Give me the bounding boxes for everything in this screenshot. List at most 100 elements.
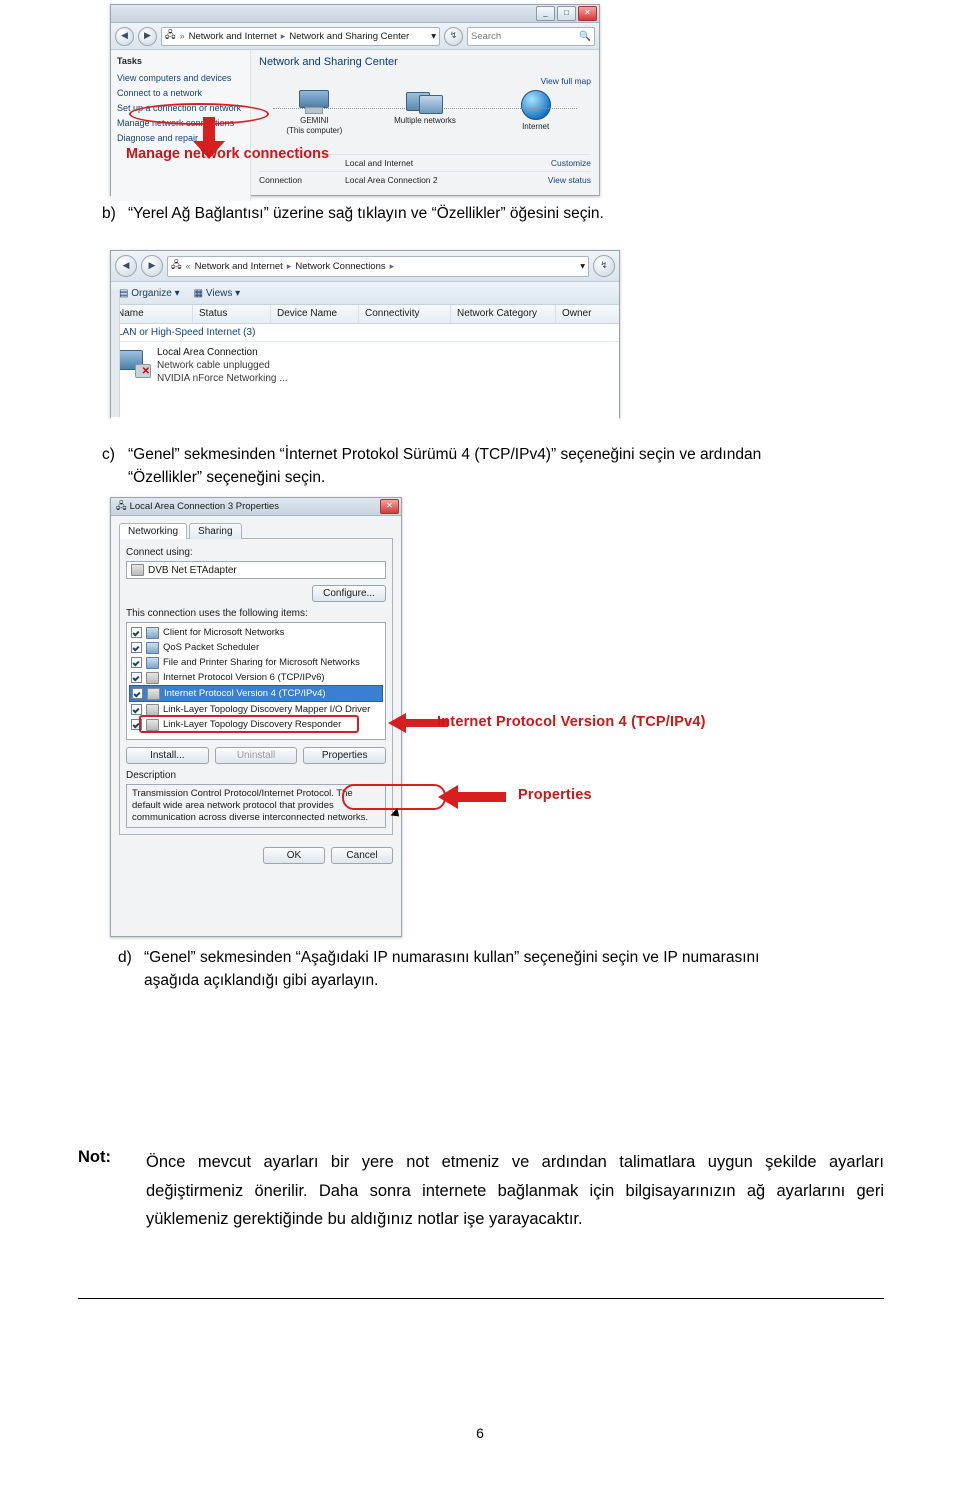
dialog-footer: OK Cancel — [111, 841, 401, 870]
address-input[interactable]: 🖧 « Network and Internet ▸ Network Conne… — [167, 255, 589, 277]
minimize-icon[interactable]: _ — [536, 6, 555, 21]
map-node-computer-label1: GEMINI — [300, 116, 329, 125]
fig2-column-headers: Name Status Device Name Connectivity Net… — [111, 305, 619, 324]
summary-row-1-c1: Connection — [259, 175, 303, 185]
breadcrumb-crumb-1[interactable]: Network and Internet — [195, 261, 283, 272]
task-link-1[interactable]: Connect to a network — [117, 86, 244, 101]
highlight-box-ipv4-row — [139, 715, 359, 733]
uninstall-label: Uninstall — [236, 750, 276, 761]
note-label: Not: — [78, 1148, 111, 1166]
column-header-owner[interactable]: Owner — [556, 305, 619, 323]
configure-button[interactable]: Configure... — [312, 585, 386, 602]
task-link-0[interactable]: View computers and devices — [117, 71, 244, 86]
crumb-chevron-0: » — [179, 31, 185, 41]
crumb-chevron-0: « — [185, 261, 191, 271]
checkbox-icon[interactable] — [131, 704, 142, 715]
view-full-map-link[interactable]: View full map — [541, 76, 591, 86]
figure-lan-properties-dialog: 🖧 Local Area Connection 3 Properties ✕ N… — [110, 497, 446, 937]
crumb-chevron-2: ▸ — [389, 260, 395, 271]
red-arrow-left-properties-icon — [438, 785, 506, 809]
search-input[interactable]: Search 🔍 — [467, 26, 595, 46]
checkbox-icon[interactable] — [131, 627, 142, 638]
chevron-down-icon[interactable]: ▾ — [431, 31, 436, 42]
step-d-line1: “Genel” sekmesinden “Aşağıdaki IP numara… — [144, 949, 760, 966]
component-row-3[interactable]: Internet Protocol Version 6 (TCP/IPv6) — [129, 670, 383, 685]
breadcrumb-crumb-2[interactable]: Network and Sharing Center — [289, 31, 409, 42]
organize-label: Organize — [131, 287, 172, 299]
column-header-name[interactable]: Name — [111, 305, 193, 323]
summary-row-1-c2: Local Area Connection 2 — [345, 175, 438, 185]
refresh-icon[interactable]: ↯ — [444, 26, 463, 46]
adapter-icon — [131, 564, 144, 576]
maximize-icon[interactable]: □ — [557, 6, 576, 21]
properties-button[interactable]: Properties — [303, 747, 387, 764]
view-status-link[interactable]: View status — [548, 175, 591, 185]
fig1-titlebar: _ □ ✕ — [111, 5, 599, 23]
breadcrumb-crumb-1[interactable]: Network and Internet — [189, 31, 277, 42]
callout-ipv4: Internet Protocol Version 4 (TCP/IPv4) — [437, 714, 706, 730]
step-c-label: c) — [102, 446, 115, 463]
dialog-tabs: Networking Sharing — [119, 523, 393, 539]
column-header-network-category[interactable]: Network Category — [451, 305, 556, 323]
uninstall-button: Uninstall — [214, 747, 298, 764]
checkbox-icon[interactable] — [131, 657, 142, 668]
tab-sharing[interactable]: Sharing — [189, 523, 242, 539]
breadcrumb-crumb-2[interactable]: Network Connections — [295, 261, 385, 272]
lan-adapter-icon: ✕ — [117, 348, 151, 378]
cancel-button[interactable]: Cancel — [331, 847, 393, 864]
forward-icon[interactable]: ▶ — [141, 255, 163, 277]
component-label: Internet Protocol Version 4 (TCP/IPv4) — [164, 688, 326, 699]
list-item[interactable]: Local Area Connection Network cable unpl… — [157, 346, 288, 420]
component-label: File and Printer Sharing for Microsoft N… — [163, 657, 360, 668]
component-row-1[interactable]: QoS Packet Scheduler — [129, 640, 383, 655]
component-label: QoS Packet Scheduler — [163, 642, 260, 653]
step-d-line2: aşağıda açıklandığı gibi ayarlayın. — [144, 972, 379, 989]
address-input[interactable]: 🖧 » Network and Internet ▸ Network and S… — [161, 26, 440, 46]
map-node-internet: Internet — [493, 90, 579, 132]
tab-networking[interactable]: Networking — [119, 523, 188, 539]
back-icon[interactable]: ◀ — [115, 26, 134, 46]
component-row-4-selected[interactable]: Internet Protocol Version 4 (TCP/IPv4) — [129, 685, 383, 702]
adapter-field: DVB Net ETAdapter — [126, 561, 386, 579]
component-icon — [147, 687, 160, 700]
chevron-down-icon[interactable]: ▾ — [580, 261, 585, 272]
ok-label: OK — [286, 850, 302, 861]
fig1-address-bar: ◀ ▶ 🖧 » Network and Internet ▸ Network a… — [111, 23, 599, 50]
refresh-icon[interactable]: ↯ — [593, 255, 615, 277]
column-header-device-name[interactable]: Device Name — [271, 305, 359, 323]
fig1-window-buttons[interactable]: _ □ ✕ — [536, 6, 597, 21]
checkbox-icon[interactable] — [132, 688, 143, 699]
views-label: Views — [205, 287, 233, 299]
back-icon[interactable]: ◀ — [115, 255, 137, 277]
column-header-status[interactable]: Status — [193, 305, 271, 323]
connect-using-label: Connect using: — [126, 547, 193, 558]
group-header-lan: LAN or High-Speed Internet (3) — [111, 324, 619, 342]
checkbox-icon[interactable] — [131, 642, 142, 653]
organize-button[interactable]: ▤ Organize ▾ — [119, 288, 180, 299]
callout-manage-network-connections: Manage network connections — [126, 146, 330, 162]
document-page: _ □ ✕ ◀ ▶ 🖧 » Network and Internet ▸ Net… — [0, 0, 960, 1485]
column-header-connectivity[interactable]: Connectivity — [359, 305, 451, 323]
close-icon[interactable]: ✕ — [380, 499, 399, 514]
customize-link[interactable]: Customize — [551, 158, 591, 168]
fig3-window-buttons[interactable]: ✕ — [380, 499, 399, 514]
step-c: c) “Genel” sekmesinden “İnternet Protoko… — [102, 443, 912, 489]
description-label: Description — [126, 770, 177, 781]
component-row-2[interactable]: File and Printer Sharing for Microsoft N… — [129, 655, 383, 670]
forward-icon[interactable]: ▶ — [138, 26, 157, 46]
page-number: 6 — [476, 1425, 484, 1441]
close-icon[interactable]: ✕ — [578, 6, 597, 21]
callout-properties: Properties — [518, 787, 592, 803]
views-button[interactable]: ▦ Views ▾ — [194, 288, 241, 299]
fig2-address-bar: ◀ ▶ 🖧 « Network and Internet ▸ Network C… — [111, 251, 619, 282]
search-placeholder: Search — [471, 30, 502, 42]
component-icon — [146, 703, 159, 716]
map-node-internet-label: Internet — [522, 122, 550, 131]
checkbox-icon[interactable] — [131, 672, 142, 683]
install-button[interactable]: Install... — [126, 747, 209, 764]
crumb-chevron-1: ▸ — [280, 30, 286, 41]
component-row-0[interactable]: Client for Microsoft Networks — [129, 625, 383, 640]
fig2-toolbar: ▤ Organize ▾ ▦ Views ▾ — [111, 282, 619, 305]
ok-button[interactable]: OK — [263, 847, 325, 864]
component-label: Internet Protocol Version 6 (TCP/IPv6) — [163, 672, 325, 683]
